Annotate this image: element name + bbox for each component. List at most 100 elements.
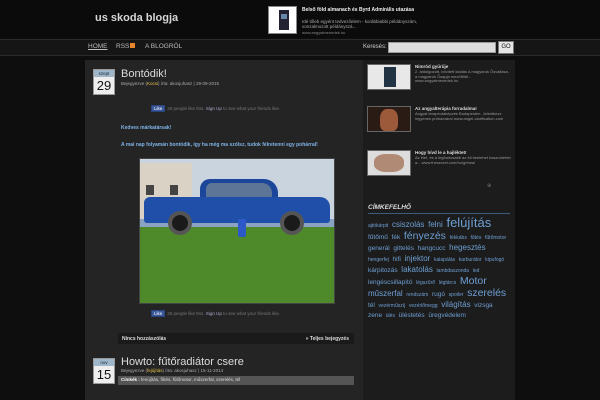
tag-link[interactable]: műszerfal [368,289,403,298]
header-ad[interactable]: Belső föld almanach és Byrd Admirális ut… [268,6,438,36]
tag-link[interactable]: fényezés [404,230,446,242]
tag-link[interactable]: kipufogó [485,257,504,263]
sidebar-ad[interactable]: Nimród gyűrűje 2. átdolgozott, bővített … [367,64,511,94]
facebook-like-button[interactable]: Like [151,310,166,317]
tag-link[interactable]: lambdaszonda [437,268,470,274]
fb-signup-link[interactable]: Sign Up [206,311,222,316]
full-post-link[interactable]: » Teljes bejegyzés [306,336,349,342]
post-date-badge: szept 29 [93,69,115,95]
tag-link[interactable]: szerelés [467,287,506,299]
tag-link[interactable]: légtárcs [439,280,457,286]
tag-link[interactable]: vizsga [474,302,492,309]
tag-link[interactable]: fűtőmű [368,234,388,241]
post-category-link[interactable]: Kocsi [147,81,158,86]
nav-about-link[interactable]: A BLOGRÓL [145,43,182,50]
tag-link[interactable]: fűtés [471,235,482,241]
bottle [238,219,246,237]
post-title[interactable]: Howto: fűtőradiátor csere [121,356,244,368]
ad-url[interactable]: www.angyalmenedek.hu [302,30,345,35]
tag-link[interactable]: kárpitozás [368,267,398,274]
post-title[interactable]: Bontódik! [121,68,167,80]
nav-bar: HOME RSS A BLOGRÓL Keresés: GO [0,39,600,56]
main-content: szept 29 Bontódik! Bejegyezve (Kocsi) ír… [85,60,363,400]
fb-count: 26 people like this. [167,311,205,316]
ad-text: 2. átdolgozott, bővített kiadás A magyar… [415,69,509,83]
ad-thumbnail[interactable] [367,64,411,90]
post-meta: Bejegyezve (fejújítás) írta: akosjuhasz … [121,368,223,373]
fb-count: 26 people like this. [167,106,205,111]
meta-suffix: ) írta: akosjuhasz | 15-11-2014 [162,368,224,373]
tag-link[interactable]: világítás [441,300,470,309]
tag-link[interactable]: rugó [432,291,445,298]
tag-link[interactable]: üregvédelem [428,312,466,319]
tag-link[interactable]: vezérlőmegg [409,303,438,309]
tag-cloud-heading: CÍMKEFELHŐ [368,204,510,214]
tag-link[interactable]: felni [428,220,443,229]
ad-book-thumbnail[interactable] [268,6,297,34]
tags-label: Címkék : [121,377,140,382]
tag-link[interactable]: hifi [393,256,401,263]
book-icon [279,10,289,30]
tag-link[interactable]: tél [368,302,375,309]
post-day: 29 [96,78,112,93]
photo-grass [140,227,334,303]
post-greeting: Kedves márkatársak! [121,125,172,131]
meta-prefix: Bejegyezve ( [121,81,148,86]
post-day: 15 [96,367,112,382]
tag-link[interactable]: ülés [386,313,395,319]
tag-link[interactable]: felújítás [446,215,491,230]
fb-suffix: to see what your friends like. [223,311,281,316]
tag-link[interactable]: rendszám [406,292,428,298]
tag-link[interactable]: csiszolás [392,220,424,229]
tag-link[interactable]: gittelés [393,245,414,252]
tag-link[interactable]: vezérműszíj [379,303,406,309]
tag-link[interactable]: generál [368,245,390,252]
post-tags-bar: Címkék : fenújítás, fűtés, fűtőmotor, mű… [118,376,354,385]
tag-link[interactable]: karburátor [459,257,482,263]
tag-link[interactable]: üléstetés [399,312,425,319]
post-date-badge: nov 15 [93,358,115,384]
post-category-link[interactable]: fejújítás [147,368,163,373]
site-title[interactable]: us skoda blogja [95,12,178,24]
tag-link[interactable]: fékkábs [450,235,467,241]
tag-link[interactable]: hegesztés [449,243,485,252]
fb-suffix: to see what your friends like. [223,106,281,111]
fb-signup-link[interactable]: Sign Up [206,106,222,111]
tag-link[interactable]: spoiler [449,292,464,298]
tag-link[interactable]: fűtőmotor [485,235,506,241]
tag-link[interactable]: ajtókárpit [368,223,388,229]
tag-link[interactable]: Motor [460,275,487,287]
search-go-button[interactable]: GO [498,41,514,54]
comments-link[interactable]: Nincs hozzászólás [122,336,166,342]
sidebar-ad[interactable]: Az angyalterápia forradalma! Angyal tera… [367,106,511,136]
ad-thumbnail[interactable] [367,106,411,132]
tag-link[interactable]: légszűrő [416,280,435,286]
ad-thumbnail[interactable] [367,150,411,176]
tag-link[interactable]: led [473,268,480,274]
tag-link[interactable]: hangcucc [418,245,446,252]
ads-info-icon[interactable]: ⊕ [487,183,491,189]
car-wheel [168,211,192,235]
search-input[interactable] [388,42,496,53]
tag-link[interactable]: fék [392,234,401,241]
rss-icon [130,43,136,48]
tag-link[interactable]: hengerfej [368,257,389,263]
post-month: nov [94,359,114,366]
post-lead: A mai nap folyamán bontódik, így ha még … [121,142,318,148]
post-month: szept [94,70,114,77]
tag-link[interactable]: zene [368,312,382,319]
car-photo[interactable] [139,158,335,304]
search-label: Keresés: [363,44,387,50]
tag-link[interactable]: lengéscsillapító [368,279,412,286]
post-footer: Nincs hozzászólás » Teljes bejegyzés [118,333,354,344]
tags-list[interactable]: fenújítás, fűtés, fűtőmotor, műszerfal, … [141,377,240,382]
tag-link[interactable]: lakatolás [401,265,433,274]
facebook-like-button[interactable]: Like [151,105,166,112]
post-meta: Bejegyezve (Kocsi) írta: akosjuhasz | 29… [121,81,219,86]
nav-rss-link[interactable]: RSS [116,43,136,50]
sidebar-ad[interactable]: Hogy hívd le a hajléktet! Az élet, és a … [367,150,511,180]
nav-home-link[interactable]: HOME [88,43,108,50]
ad-title[interactable]: Belső föld almanach és Byrd Admirális ut… [302,7,436,13]
tag-link[interactable]: injektor [405,254,431,263]
tag-link[interactable]: kalapálás [434,257,455,263]
